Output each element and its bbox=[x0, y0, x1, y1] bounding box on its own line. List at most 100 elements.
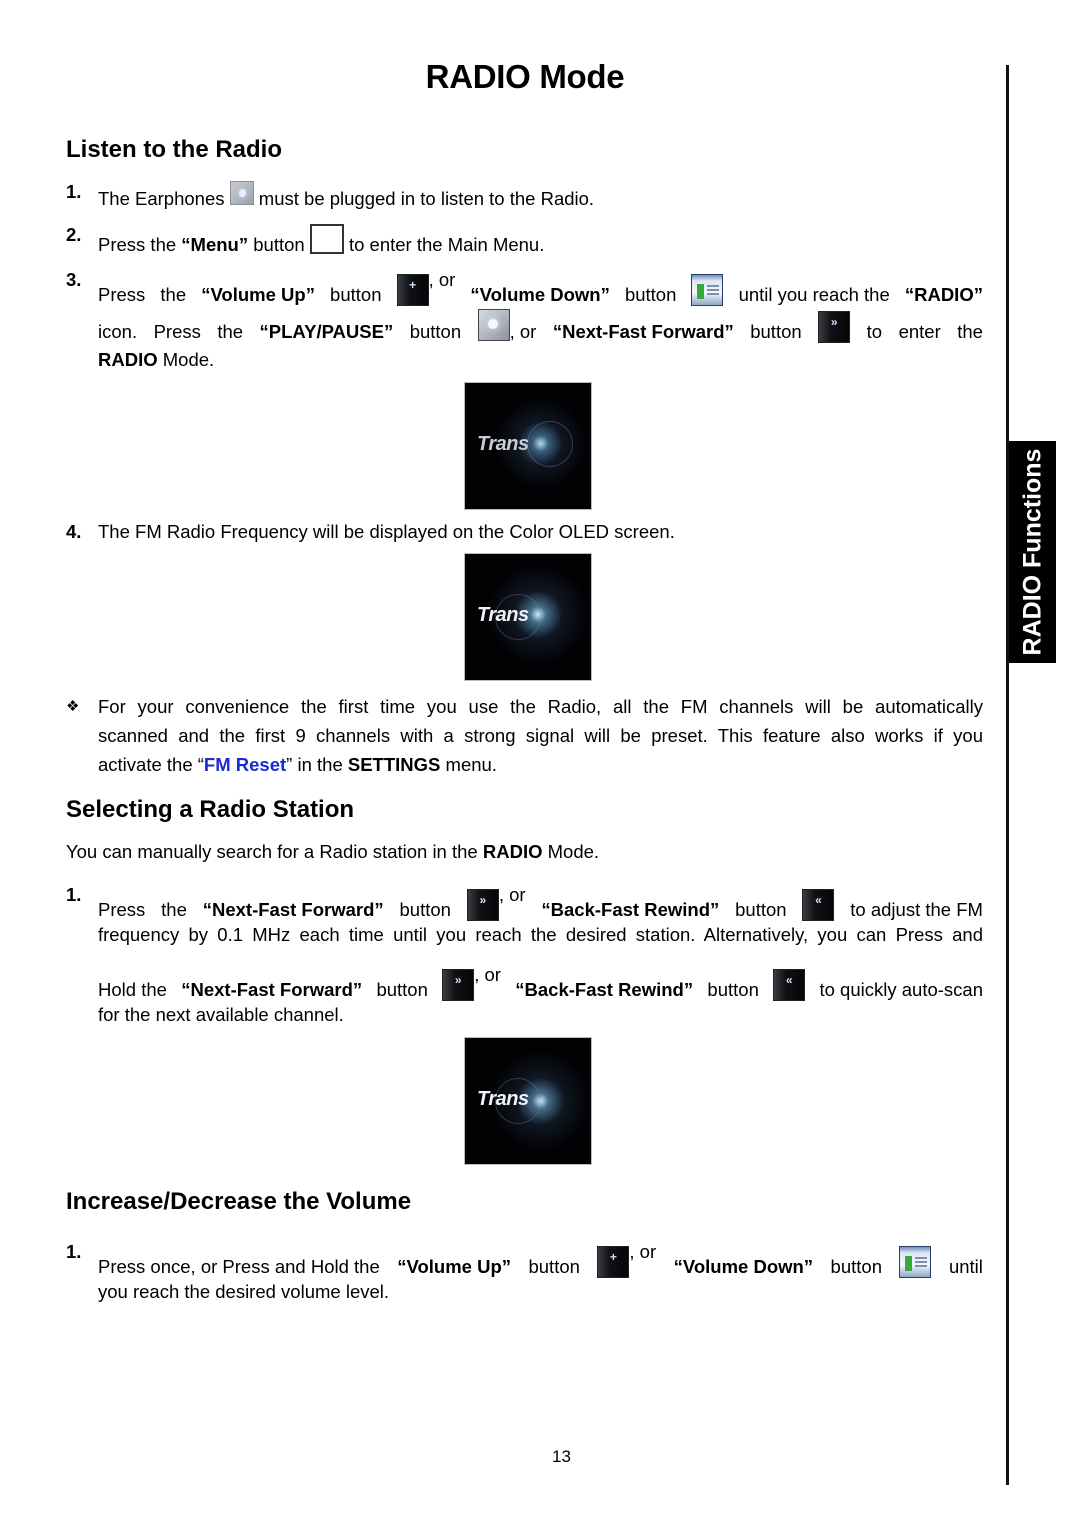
section-heading-select: Selecting a Radio Station bbox=[66, 796, 355, 823]
section-heading-listen: Listen to the Radio bbox=[66, 136, 282, 163]
settings-label: SETTINGS bbox=[347, 754, 441, 775]
next-fast-forward-label: “Next-Fast Forward” bbox=[202, 899, 384, 920]
step-text: Mode. bbox=[157, 349, 215, 370]
screen-logo-text: Trans bbox=[477, 1088, 529, 1110]
play-pause-icon bbox=[477, 309, 510, 341]
section-heading-volume: Increase/Decrease the Volume bbox=[66, 1188, 412, 1215]
step-text: to adjust the FM bbox=[850, 899, 983, 920]
lens-flare-ring bbox=[527, 421, 573, 467]
step-text: the bbox=[217, 321, 244, 342]
side-tab-label: RADIO Functions bbox=[1018, 448, 1046, 656]
step-text: button bbox=[330, 284, 382, 305]
intro-text: Mode. bbox=[542, 841, 600, 862]
note-text: ” in the bbox=[286, 754, 348, 775]
step-text: , or bbox=[474, 964, 501, 985]
step-number: 4. bbox=[66, 521, 82, 542]
back-fast-rewind-label: “Back-Fast Rewind” bbox=[541, 899, 720, 920]
step-text: Press bbox=[98, 899, 146, 920]
rewind-icon: « bbox=[773, 969, 806, 1001]
diamond-bullet-icon: ❖ bbox=[66, 698, 80, 715]
fm-frequency-screen-image: Trans bbox=[464, 553, 592, 681]
step-text: , or bbox=[428, 269, 456, 290]
step-text: Press once, or Press and Hold the bbox=[98, 1256, 380, 1277]
step-text: the bbox=[161, 899, 187, 920]
listen-step-3-line-3: RADIO Mode. bbox=[98, 349, 214, 371]
step-text: button bbox=[707, 979, 759, 1000]
volume-up-label: “Volume Up” bbox=[397, 1256, 511, 1277]
step-text: Press bbox=[98, 284, 146, 305]
volume-up-icon: + bbox=[396, 274, 429, 306]
next-fast-forward-label: “Next-Fast Forward” bbox=[552, 321, 734, 342]
rewind-icon: « bbox=[802, 889, 835, 921]
step-number: 1. bbox=[66, 1241, 82, 1262]
page-title: RADIO Mode bbox=[425, 58, 625, 95]
step-text: The Earphones bbox=[98, 188, 225, 209]
volume-down-label: “Volume Down” bbox=[673, 1256, 814, 1277]
play-pause-label: “PLAY/PAUSE” bbox=[259, 321, 394, 342]
step-text: button bbox=[750, 321, 802, 342]
note-line-3: activate the “FM Reset” in the SETTINGS … bbox=[98, 750, 497, 779]
note-line-1: For your convenience the first time you … bbox=[98, 696, 983, 717]
step-text: button bbox=[409, 321, 462, 342]
volume-down-icon bbox=[691, 274, 724, 306]
station-search-screen-image: Trans bbox=[464, 1037, 592, 1165]
volume-down-label: “Volume Down” bbox=[470, 284, 610, 305]
next-fast-forward-label: “Next-Fast Forward” bbox=[181, 979, 363, 1000]
step-text: to enter the Main Menu. bbox=[348, 234, 545, 255]
step-text: Press bbox=[153, 321, 201, 342]
step-text: button bbox=[376, 979, 428, 1000]
listen-step-3-line-1: 3. Press the “Volume Up” button +, or “V… bbox=[0, 269, 1000, 306]
step-number: 1. bbox=[66, 181, 82, 202]
step-number: 3. bbox=[66, 269, 82, 290]
fm-preset-note: ❖ For your convenience the first time yo… bbox=[0, 692, 1000, 782]
step-text: button bbox=[830, 1256, 882, 1277]
step-text: , or bbox=[509, 321, 537, 342]
radio-label: RADIO bbox=[482, 841, 543, 862]
step-text: the bbox=[957, 321, 983, 342]
menu-label: “Menu” bbox=[181, 234, 249, 255]
step-text: Hold the bbox=[98, 979, 167, 1000]
fast-forward-icon: » bbox=[466, 889, 499, 921]
step-text: until you reach the bbox=[738, 284, 890, 305]
step-text: to quickly auto-scan bbox=[819, 979, 983, 1000]
back-fast-rewind-label: “Back-Fast Rewind” bbox=[515, 979, 694, 1000]
radio-label: “RADIO” bbox=[904, 284, 983, 305]
note-line-2: scanned and the first 9 channels with a … bbox=[98, 725, 983, 746]
listen-step-3-line-2: icon. Press the “PLAY/PAUSE” button , or… bbox=[0, 309, 1000, 343]
step-text: the bbox=[160, 284, 187, 305]
select-step-1-line-2: frequency by 0.1 MHz each time until you… bbox=[98, 924, 983, 945]
step-text: button bbox=[624, 284, 677, 305]
menu-button-icon bbox=[309, 224, 344, 254]
volume-up-icon: + bbox=[597, 1246, 630, 1278]
step-text: icon. bbox=[98, 321, 138, 342]
step-text: Press the bbox=[98, 234, 177, 255]
volume-up-label: “Volume Up” bbox=[201, 284, 315, 305]
fast-forward-icon: » bbox=[442, 969, 475, 1001]
step-text: to bbox=[866, 321, 883, 342]
select-step-1-line-3: Hold the “Next-Fast Forward” button », o… bbox=[0, 964, 1000, 1001]
volume-down-icon bbox=[899, 1246, 932, 1278]
screen-logo-text: Trans bbox=[477, 433, 529, 455]
step-text: until bbox=[948, 1256, 983, 1277]
note-text: activate the “ bbox=[98, 754, 204, 775]
fm-reset-link[interactable]: FM Reset bbox=[204, 754, 286, 775]
step-text: enter bbox=[898, 321, 941, 342]
side-rule-divider bbox=[1006, 65, 1009, 1485]
step-text: , or bbox=[498, 884, 526, 905]
select-step-1-line-4: for the next available channel. bbox=[98, 1004, 344, 1025]
section-side-tab: RADIO Functions bbox=[1009, 441, 1056, 663]
radio-label: RADIO bbox=[98, 349, 158, 370]
step-number: 1. bbox=[66, 884, 82, 905]
volume-step-1-line-2: you reach the desired volume level. bbox=[98, 1281, 390, 1302]
earphones-icon bbox=[229, 181, 254, 205]
step-text: , or bbox=[629, 1241, 657, 1262]
page-number: 13 bbox=[552, 1447, 571, 1466]
note-text: menu. bbox=[440, 754, 497, 775]
volume-step-1-line-1: 1. Press once, or Press and Hold the “Vo… bbox=[0, 1241, 1000, 1278]
select-step-1-line-1: 1. Press the “Next-Fast Forward” button … bbox=[0, 884, 1000, 921]
select-intro: You can manually search for a Radio stat… bbox=[66, 841, 599, 863]
radio-screen-image: Trans bbox=[464, 382, 592, 510]
intro-text: You can manually search for a Radio stat… bbox=[66, 841, 483, 862]
fast-forward-icon: » bbox=[818, 311, 851, 343]
screen-logo-text: Trans bbox=[477, 604, 529, 626]
